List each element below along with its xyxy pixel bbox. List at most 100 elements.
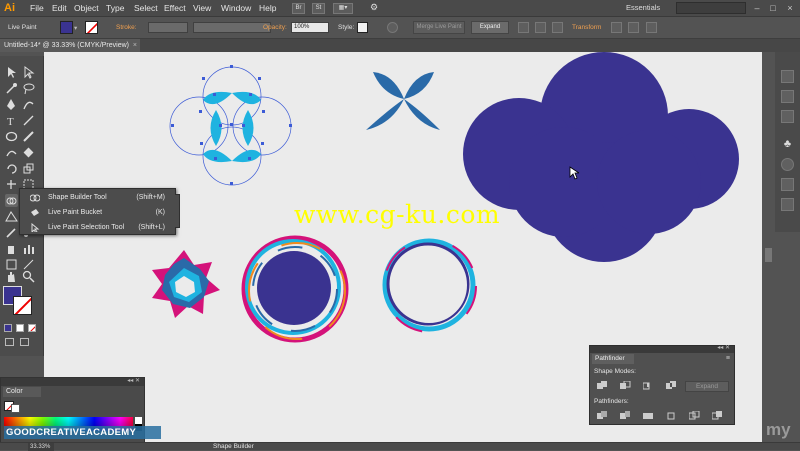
shaper-tool-icon[interactable] [5, 146, 18, 159]
pathfinder-expand-button[interactable]: Expand [685, 381, 729, 392]
scale-tool-icon[interactable] [22, 162, 35, 175]
fill-preview[interactable] [11, 404, 20, 413]
menu-help[interactable]: Help [259, 3, 276, 13]
menu-select[interactable]: Select [134, 3, 158, 13]
paintbrush-tool-icon[interactable] [22, 130, 35, 143]
symbol-sprayer-tool-icon[interactable] [5, 242, 18, 255]
exclude-icon[interactable] [666, 381, 677, 391]
menu-edit[interactable]: Edit [52, 3, 67, 13]
layers-icon[interactable] [781, 198, 794, 211]
zoom-tool-icon[interactable] [22, 270, 35, 283]
gpu-icon[interactable]: ⚙ [366, 3, 382, 14]
collapse-panel-icon[interactable]: ◂◂ ✕ [717, 344, 730, 351]
stroke-label[interactable]: Stroke: [116, 24, 137, 31]
flyout-item-live-paint-selection[interactable]: Live Paint Selection Tool (Shift+L) [28, 221, 171, 234]
unite-icon[interactable] [597, 381, 608, 391]
colorful-ring-outline[interactable] [382, 238, 477, 333]
align-to-icon[interactable] [552, 22, 563, 33]
opacity-label[interactable]: Opacity: [263, 24, 287, 31]
flyout-item-live-paint-bucket[interactable]: Live Paint Bucket (K) [28, 206, 171, 219]
panel-menu-icon[interactable]: ≡ [726, 355, 730, 362]
stroke-weight-field[interactable] [148, 22, 188, 33]
pen-tool-icon[interactable] [5, 98, 18, 111]
none-mode-button[interactable] [28, 324, 36, 332]
menu-type[interactable]: Type [106, 3, 124, 13]
flyout-item-shape-builder[interactable]: Shape Builder Tool (Shift+M) [28, 191, 171, 204]
white-swatch[interactable] [135, 417, 142, 424]
trim-icon[interactable] [620, 411, 631, 421]
menu-effect[interactable]: Effect [164, 3, 186, 13]
menu-object[interactable]: Object [74, 3, 99, 13]
symbols-icon[interactable]: ♣ [781, 138, 794, 151]
swatches-icon[interactable] [781, 90, 794, 103]
stroke-swatch[interactable] [85, 21, 98, 34]
color-guide-icon[interactable] [781, 70, 794, 83]
color-tab[interactable]: Color [3, 387, 41, 397]
divide-icon[interactable] [597, 411, 608, 421]
stroke-color-box[interactable] [13, 296, 32, 315]
menu-file[interactable]: File [30, 3, 44, 13]
eyedropper-tool-icon[interactable] [5, 226, 18, 239]
tear-off-tab[interactable] [175, 194, 180, 228]
align-icon[interactable] [535, 22, 546, 33]
search-input[interactable] [676, 2, 746, 14]
outline-icon[interactable] [689, 411, 700, 421]
isolate-icon[interactable] [611, 22, 622, 33]
lasso-tool-icon[interactable] [22, 82, 35, 95]
bridge-button[interactable]: Br [292, 3, 305, 14]
minus-front-icon[interactable] [620, 381, 631, 391]
panel-header[interactable]: ◂◂ ✕ [590, 344, 734, 353]
ellipse-tool-icon[interactable] [5, 130, 18, 143]
vertical-scrollbar[interactable] [762, 52, 775, 442]
width-tool-icon[interactable] [5, 178, 18, 191]
color-mode-button[interactable] [4, 324, 12, 332]
appearance-icon[interactable] [781, 158, 794, 171]
blue-petal-flower[interactable] [366, 72, 440, 130]
crop-icon[interactable] [666, 411, 677, 421]
brushes-icon[interactable] [781, 110, 794, 123]
fill-dropdown-icon[interactable]: ▾ [74, 24, 77, 32]
type-tool-icon[interactable]: T [5, 114, 18, 128]
fill-swatch[interactable] [60, 21, 73, 34]
close-tab-icon[interactable]: × [133, 39, 137, 52]
selection-tool-icon[interactable] [5, 66, 18, 79]
panel-header[interactable]: ◂◂ ✕ [1, 378, 144, 386]
navy-cloud-shape[interactable] [463, 52, 739, 262]
curvature-tool-icon[interactable] [22, 98, 35, 111]
transform-label[interactable]: Transform [572, 24, 601, 31]
pathfinder-tab[interactable]: Pathfinder [592, 354, 634, 364]
menu-view[interactable]: View [193, 3, 211, 13]
variable-width-profile[interactable] [193, 22, 271, 33]
recolor-artwork-icon[interactable] [387, 22, 398, 33]
selected-petal-flower[interactable] [169, 65, 292, 186]
column-graph-tool-icon[interactable] [22, 242, 35, 255]
eraser-tool-icon[interactable] [22, 146, 35, 159]
graphic-styles-icon[interactable] [781, 178, 794, 191]
collapse-panel-icon[interactable]: ◂◂ ✕ [127, 377, 140, 384]
workspace-switcher[interactable]: Essentials [626, 3, 660, 12]
minus-back-icon[interactable] [712, 411, 723, 421]
magic-wand-tool-icon[interactable] [5, 82, 18, 95]
minimize-button[interactable]: – [750, 2, 764, 14]
rotate-tool-icon[interactable] [5, 162, 18, 175]
line-segment-tool-icon[interactable] [22, 114, 35, 127]
direct-selection-tool-icon[interactable] [22, 66, 35, 79]
close-button[interactable]: × [783, 2, 797, 14]
maximize-button[interactable]: □ [766, 2, 780, 14]
menu-window[interactable]: Window [221, 3, 251, 13]
screen-mode-icon[interactable] [20, 338, 29, 346]
intersect-icon[interactable] [643, 381, 654, 391]
panel-menu-icon[interactable] [628, 22, 639, 33]
graphic-style-swatch[interactable] [357, 22, 368, 33]
perspective-grid-tool-icon[interactable] [5, 210, 18, 223]
draw-mode-icon[interactable] [5, 338, 14, 346]
star-shape[interactable] [152, 250, 220, 318]
merge-icon[interactable] [643, 411, 654, 421]
hand-tool-icon[interactable] [5, 270, 18, 283]
gap-options-icon[interactable] [518, 22, 529, 33]
more-options-icon[interactable] [646, 22, 657, 33]
opacity-field[interactable]: 100% [291, 22, 329, 33]
colorful-ring-filled[interactable] [241, 235, 349, 343]
gradient-mode-button[interactable] [16, 324, 24, 332]
arrange-documents-button[interactable]: ▦▾ [333, 3, 353, 14]
